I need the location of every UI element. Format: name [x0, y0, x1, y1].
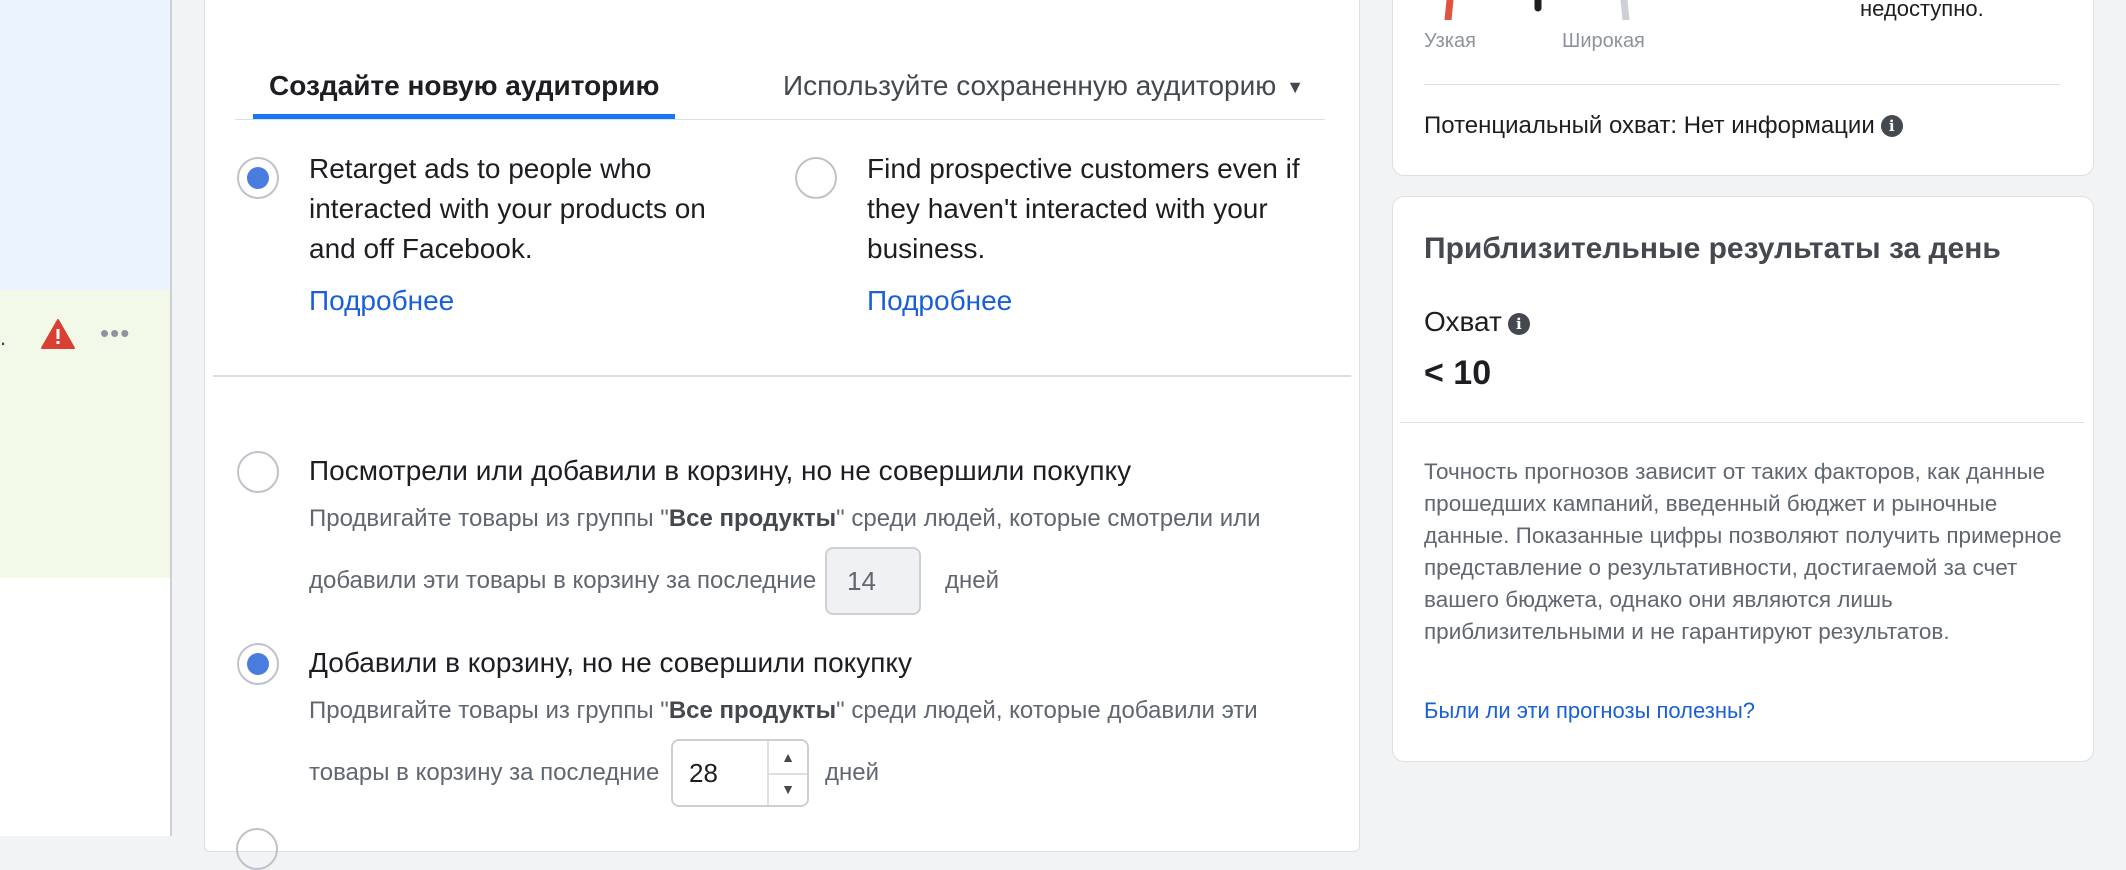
- prospecting-radio[interactable]: [795, 157, 837, 199]
- audience-size-gauge: [1444, 0, 1630, 20]
- audience-desc-added-to-cart-line2: товары в корзину за последние: [309, 759, 660, 786]
- tab-saved-audience[interactable]: Используйте сохраненную аудиторию ▼: [767, 59, 1320, 119]
- audience-tabs: Создайте новую аудиторию Используйте сох…: [235, 49, 1325, 120]
- audience-desc-viewed: Продвигайте товары из группы "Все продук…: [309, 505, 1261, 533]
- prospecting-learn-more-link[interactable]: Подробнее: [867, 285, 1012, 317]
- audience-desc-viewed-line2: добавили эти товары в корзину за последн…: [309, 567, 817, 594]
- audience-size-card: [1392, 0, 2094, 176]
- audience-card: Создайте новую аудиторию Используйте сох…: [204, 0, 1360, 852]
- days-stepper-value: 28: [689, 758, 718, 788]
- reach-value: < 10: [1424, 354, 1492, 392]
- tab-saved-audience-label: Используйте сохраненную аудиторию: [783, 70, 1277, 101]
- audience-unavailable-text: недоступно.: [1860, 0, 1984, 21]
- audience-title-viewed: Посмотрели или добавили в корзину, но не…: [309, 455, 1132, 486]
- audience-desc-added-to-cart: Продвигайте товары из группы "Все продук…: [309, 697, 1258, 725]
- daily-results-divider: [1400, 422, 2084, 423]
- desc-text: Продвигайте товары из группы ": [309, 505, 669, 532]
- retarget-radio[interactable]: [237, 157, 279, 199]
- audience-radio-viewed[interactable]: [237, 451, 279, 493]
- gauge-wide-label: Широкая: [1562, 30, 1645, 52]
- caret-down-icon: ▼: [1286, 77, 1305, 97]
- more-horizontal-icon[interactable]: •••: [100, 320, 130, 346]
- audience-size-divider: [1424, 84, 2060, 85]
- section-divider: [213, 375, 1351, 377]
- tab-new-audience[interactable]: Создайте новую аудиторию: [253, 59, 676, 119]
- audience-radio-added-to-cart[interactable]: [237, 643, 279, 685]
- stepper-down-icon[interactable]: ▼: [769, 773, 807, 805]
- reach-label-text: Охват: [1424, 306, 1502, 337]
- left-panel-selected-row[interactable]: [0, 0, 170, 290]
- stepper-up-icon[interactable]: ▲: [769, 741, 807, 775]
- tab-new-audience-label: Создайте новую аудиторию: [269, 70, 660, 101]
- prospecting-option-text: Find prospective customers even if they …: [867, 153, 1300, 264]
- audience-title-added-to-cart: Добавили в корзину, но не совершили поку…: [309, 647, 912, 678]
- left-panel-warning-row[interactable]: [0, 290, 170, 578]
- potential-reach-text: Потенциальный охват: Нет информации: [1424, 112, 1875, 139]
- estimates-disclaimer: Точность прогнозов зависит от таких факт…: [1424, 459, 2062, 644]
- desc-bold: Все продукты: [668, 697, 837, 724]
- audience-radio-next[interactable]: [236, 828, 278, 870]
- potential-reach: Потенциальный охват: Нет информации i: [1424, 112, 1903, 140]
- desc-text: Продвигайте товары из группы ": [309, 697, 669, 724]
- estimates-feedback-link[interactable]: Были ли эти прогнозы полезны?: [1424, 698, 1755, 724]
- days-stepper-added-to-cart[interactable]: 28 ▲ ▼: [671, 739, 809, 807]
- gauge-narrow-label: Узкая: [1424, 30, 1476, 52]
- info-icon[interactable]: i: [1880, 115, 1903, 137]
- retarget-learn-more-link[interactable]: Подробнее: [309, 285, 454, 317]
- truncated-row-text: .: [0, 325, 7, 350]
- stepper-controls: ▲ ▼: [767, 741, 807, 805]
- desc-bold: Все продукты: [668, 505, 837, 532]
- warning-triangle-icon: [41, 319, 75, 349]
- info-icon[interactable]: i: [1507, 313, 1530, 335]
- desc-text: " среди людей, которые добавили эти: [836, 697, 1258, 724]
- days-input-viewed: 14: [825, 547, 921, 615]
- desc-text: " среди людей, которые смотрели или: [836, 505, 1261, 532]
- days-label-viewed: дней: [945, 567, 1000, 594]
- days-label-added-to-cart: дней: [825, 759, 880, 786]
- daily-results-title: Приблизительные результаты за день: [1424, 232, 2001, 265]
- left-panel: [0, 0, 172, 836]
- retarget-option-text: Retarget ads to people who interacted wi…: [309, 153, 706, 264]
- reach-label: Охват i: [1424, 306, 1530, 338]
